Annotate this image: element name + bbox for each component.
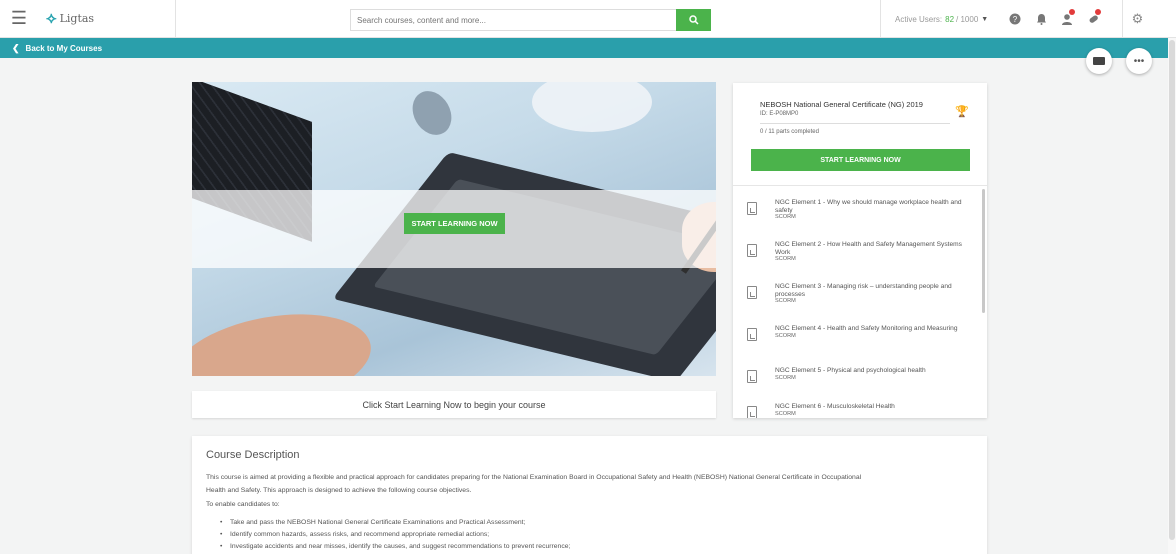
search-input[interactable]	[350, 9, 676, 31]
help-icon[interactable]: ?	[1002, 0, 1028, 38]
top-icon-group: ?	[1002, 0, 1106, 38]
menu-icon[interactable]: ☰	[0, 0, 38, 38]
more-icon: •••	[1133, 55, 1145, 67]
document-icon	[747, 286, 757, 299]
user-notification-icon[interactable]	[1054, 0, 1080, 38]
objectives-list: Take and pass the NEBOSH National Genera…	[220, 517, 960, 553]
document-icon	[747, 202, 757, 215]
svg-text:?: ?	[1013, 15, 1018, 24]
decorative-mug	[532, 82, 652, 132]
search-button[interactable]	[676, 9, 711, 31]
description-paragraph: Health and Safety. This approach is desi…	[206, 487, 472, 494]
document-icon	[747, 370, 757, 383]
active-users-label: Active Users:	[895, 14, 943, 24]
progress-text: 0 / 11 parts completed	[760, 129, 819, 135]
page-scrollbar-thumb[interactable]	[1169, 40, 1175, 540]
active-users-total: / 1000	[956, 14, 979, 24]
trophy-icon: 🏆	[955, 106, 969, 118]
item-title: NGC Element 1 - Why we should manage wor…	[775, 199, 962, 214]
list-item[interactable]: NGC Element 2 - How Health and Safety Ma…	[733, 232, 981, 276]
list-item[interactable]: NGC Element 6 - Musculoskeletal Health SC…	[733, 394, 981, 418]
course-parts-list: NGC Element 1 - Why we should manage wor…	[733, 186, 987, 418]
course-hero-image: START LEARNING NOW	[192, 82, 716, 376]
logo-text: Ligtas	[59, 12, 95, 25]
item-title: NGC Element 3 - Managing risk – understa…	[775, 283, 952, 298]
list-item[interactable]: NGC Element 3 - Managing risk – understa…	[733, 274, 981, 318]
list-item: Identify common hazards, assess risks, a…	[220, 529, 960, 541]
item-type: SCORM	[775, 256, 796, 262]
document-icon	[747, 244, 757, 257]
item-title: NGC Element 2 - How Health and Safety Ma…	[775, 241, 962, 256]
course-description: Course Description This course is aimed …	[192, 436, 987, 554]
notification-badge	[1069, 9, 1075, 15]
course-panel: NEBOSH National General Certificate (NG)…	[733, 83, 987, 418]
logo-mark-icon: ⟡	[46, 9, 57, 27]
notification-badge	[1095, 9, 1101, 15]
list-item: Take and pass the NEBOSH National Genera…	[220, 517, 960, 529]
list-item[interactable]: NGC Element 4 - Health and Safety Monito…	[733, 316, 981, 360]
item-type: SCORM	[775, 410, 796, 417]
active-users-dropdown[interactable]: Active Users: 82 / 1000 ▼	[880, 0, 1000, 38]
back-to-courses-link[interactable]: ❮ Back to My Courses	[0, 38, 1168, 58]
list-scrollbar[interactable]	[982, 189, 985, 313]
bell-icon[interactable]	[1028, 0, 1054, 38]
decorative-arm	[192, 300, 379, 376]
back-link-label: Back to My Courses	[25, 43, 103, 53]
decorative-mouse	[404, 84, 460, 142]
chevron-left-icon: ❮	[12, 42, 20, 53]
course-title: NEBOSH National General Certificate (NG)…	[760, 100, 923, 109]
logo[interactable]: ⟡ Ligtas	[38, 0, 176, 38]
description-paragraph: To enable candidates to:	[206, 501, 280, 508]
item-type: SCORM	[775, 374, 796, 381]
item-title: NGC Element 5 - Physical and psychologic…	[775, 367, 926, 374]
video-button[interactable]	[1086, 48, 1112, 74]
item-type: SCORM	[775, 332, 796, 339]
list-item: Investigate accidents and near misses, i…	[220, 541, 960, 553]
divider	[760, 123, 950, 124]
chevron-down-icon: ▼	[981, 15, 989, 23]
active-users-count: 82	[945, 14, 955, 24]
description-paragraph: This course is aimed at providing a flex…	[206, 474, 862, 481]
item-title: NGC Element 6 - Musculoskeletal Health	[775, 403, 895, 410]
video-icon	[1093, 57, 1105, 65]
document-icon	[747, 328, 757, 341]
document-icon	[747, 406, 757, 418]
search-bar	[350, 9, 712, 31]
item-type: SCORM	[775, 214, 796, 220]
hero-start-learning-button[interactable]: START LEARNING NOW	[404, 213, 505, 234]
description-heading: Course Description	[206, 449, 300, 461]
search-icon	[688, 15, 699, 25]
item-title: NGC Element 4 - Health and Safety Monito…	[775, 325, 958, 332]
more-options-button[interactable]: •••	[1126, 48, 1152, 74]
gear-icon[interactable]: ⚙	[1122, 0, 1152, 38]
pill-notification-icon[interactable]	[1080, 0, 1106, 38]
list-item[interactable]: NGC Element 1 - Why we should manage wor…	[733, 190, 981, 234]
start-instructions: Click Start Learning Now to begin your c…	[192, 391, 716, 418]
course-id: ID: E-P08MP0	[760, 111, 799, 117]
panel-start-learning-button[interactable]: START LEARNING NOW	[751, 149, 970, 171]
item-type: SCORM	[775, 298, 796, 304]
